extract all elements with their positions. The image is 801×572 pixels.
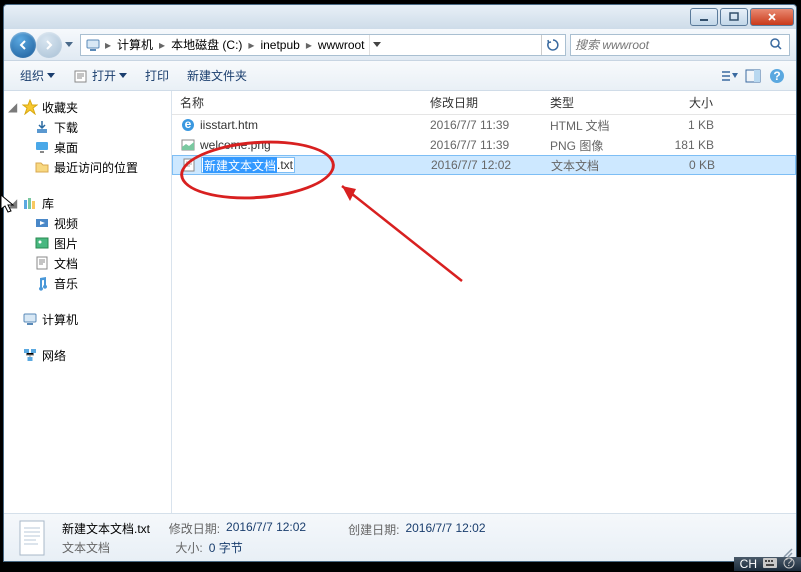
network-icon xyxy=(22,347,38,363)
chevron-right-icon: ▸ xyxy=(306,38,312,52)
new-folder-button[interactable]: 新建文件夹 xyxy=(179,63,255,88)
document-icon xyxy=(34,255,50,271)
view-options-button[interactable] xyxy=(718,65,740,87)
library-icon xyxy=(22,195,38,211)
image-file-icon xyxy=(180,137,196,153)
sidebar-item-recent[interactable]: 最近访问的位置 xyxy=(4,157,171,177)
sidebar-item-downloads[interactable]: 下载 xyxy=(4,117,171,137)
breadcrumb-segment[interactable]: 本地磁盘 (C:) xyxy=(167,35,246,55)
column-header-size[interactable]: 大小 xyxy=(642,91,722,114)
column-header-type[interactable]: 类型 xyxy=(542,91,642,114)
toolbar: 组织 打开 打印 新建文件夹 ? xyxy=(4,61,796,91)
sidebar-item-desktop[interactable]: 桌面 xyxy=(4,137,171,157)
recent-icon xyxy=(34,159,50,175)
sidebar-network[interactable]: 网络 xyxy=(4,345,171,365)
titlebar[interactable] xyxy=(4,5,796,29)
chevron-right-icon: ▸ xyxy=(159,38,165,52)
nav-history-dropdown[interactable] xyxy=(62,33,76,57)
status-filetype: 文本文档 xyxy=(62,539,110,556)
taskbar-fragment[interactable]: CH ? xyxy=(734,557,801,571)
sidebar-computer[interactable]: 计算机 xyxy=(4,309,171,329)
computer-icon xyxy=(22,311,38,327)
desktop-icon xyxy=(34,139,50,155)
explorer-window: ▸ 计算机 ▸ 本地磁盘 (C:) ▸ inetpub ▸ wwwroot 组织… xyxy=(3,4,797,562)
ime-help-icon[interactable]: ? xyxy=(783,557,795,572)
maximize-button[interactable] xyxy=(720,8,748,26)
file-row[interactable]: welcome.png 2016/7/7 11:39 PNG 图像 181 KB xyxy=(172,135,796,155)
navbar: ▸ 计算机 ▸ 本地磁盘 (C:) ▸ inetpub ▸ wwwroot xyxy=(4,29,796,61)
column-header-name[interactable]: 名称 xyxy=(172,91,422,114)
music-icon xyxy=(34,275,50,291)
picture-icon xyxy=(34,235,50,251)
file-row-selected[interactable]: 新建文本文档.txt 2016/7/7 12:02 文本文档 0 KB xyxy=(172,155,796,175)
search-box[interactable] xyxy=(570,34,790,56)
breadcrumb-dropdown[interactable] xyxy=(369,35,385,55)
forward-button[interactable] xyxy=(36,32,62,58)
breadcrumb[interactable]: ▸ 计算机 ▸ 本地磁盘 (C:) ▸ inetpub ▸ wwwroot xyxy=(80,34,566,56)
svg-text:?: ? xyxy=(786,557,793,569)
status-file-icon xyxy=(14,518,50,558)
sidebar-libraries[interactable]: ◢库 xyxy=(4,193,171,213)
breadcrumb-segment[interactable]: inetpub xyxy=(256,35,303,55)
rename-input[interactable]: 新建文本文档.txt xyxy=(201,157,295,173)
svg-text:?: ? xyxy=(773,69,780,83)
preview-pane-button[interactable] xyxy=(742,65,764,87)
column-headers: 名称 修改日期 类型 大小 xyxy=(172,91,796,115)
video-icon xyxy=(34,215,50,231)
sidebar-item-music[interactable]: 音乐 xyxy=(4,273,171,293)
search-icon[interactable] xyxy=(769,37,785,53)
computer-icon xyxy=(85,37,101,53)
star-icon xyxy=(22,99,38,115)
sidebar-item-documents[interactable]: 文档 xyxy=(4,253,171,273)
organize-button[interactable]: 组织 xyxy=(12,63,63,88)
ime-keyboard-icon[interactable] xyxy=(763,557,777,571)
back-button[interactable] xyxy=(10,32,36,58)
chevron-right-icon: ▸ xyxy=(248,38,254,52)
chevron-right-icon: ▸ xyxy=(105,38,111,52)
minimize-button[interactable] xyxy=(690,8,718,26)
file-list[interactable]: 名称 修改日期 类型 大小 eiisstart.htm 2016/7/7 11:… xyxy=(172,91,796,513)
status-filename: 新建文本文档.txt xyxy=(62,520,150,537)
file-row[interactable]: eiisstart.htm 2016/7/7 11:39 HTML 文档 1 K… xyxy=(172,115,796,135)
download-icon xyxy=(34,119,50,135)
sidebar-item-videos[interactable]: 视频 xyxy=(4,213,171,233)
open-button[interactable]: 打开 xyxy=(65,63,135,88)
column-header-date[interactable]: 修改日期 xyxy=(422,91,542,114)
annotation-arrow xyxy=(322,171,472,291)
svg-text:e: e xyxy=(185,117,192,131)
print-button[interactable]: 打印 xyxy=(137,63,177,88)
statusbar: 新建文本文档.txt 修改日期: 2016/7/7 12:02 文本文档 大小:… xyxy=(4,513,796,561)
sidebar-favorites[interactable]: ◢收藏夹 xyxy=(4,97,171,117)
breadcrumb-segment[interactable]: 计算机 xyxy=(113,35,157,55)
sidebar: ◢收藏夹 下载 桌面 最近访问的位置 ◢库 视频 图片 文档 音乐 计算机 网络 xyxy=(4,91,172,513)
help-button[interactable]: ? xyxy=(766,65,788,87)
refresh-button[interactable] xyxy=(541,35,563,55)
sidebar-item-pictures[interactable]: 图片 xyxy=(4,233,171,253)
ime-indicator[interactable]: CH xyxy=(740,557,757,571)
breadcrumb-segment[interactable]: wwwroot xyxy=(314,35,369,55)
close-button[interactable] xyxy=(750,8,794,26)
ie-file-icon: e xyxy=(180,117,196,133)
text-file-icon xyxy=(181,157,197,173)
search-input[interactable] xyxy=(575,38,769,52)
